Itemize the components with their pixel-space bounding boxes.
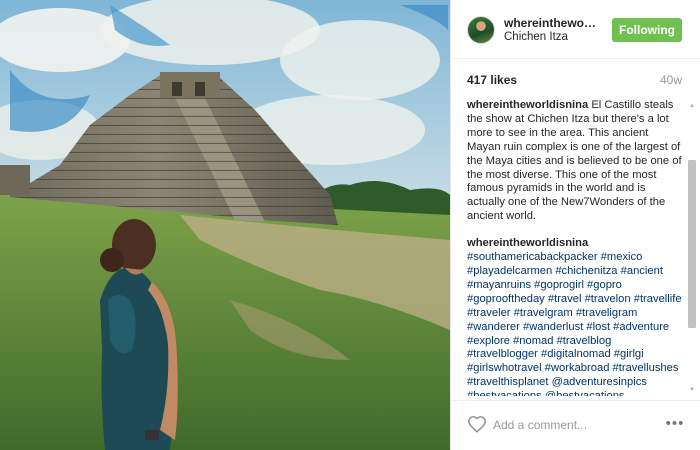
hashtag-link[interactable]: #wanderlust: [523, 321, 583, 333]
avatar[interactable]: [467, 16, 495, 44]
hashtag-link[interactable]: #travelthisplanet: [467, 376, 548, 388]
hashtag-link[interactable]: #girlswhotravel: [467, 362, 542, 374]
comments-list[interactable]: whereintheworldisnina El Castillo steals…: [467, 99, 685, 396]
hashtag-link[interactable]: #gopro: [587, 279, 622, 291]
following-button[interactable]: Following: [612, 18, 682, 42]
comment-username[interactable]: whereintheworldisnina: [467, 99, 588, 111]
caption-comment: whereintheworldisnina El Castillo steals…: [467, 99, 685, 224]
comment-text: El Castillo steals the show at Chichen I…: [467, 99, 682, 223]
hashtag-link[interactable]: @adventuresinpics: [552, 376, 647, 388]
post-username[interactable]: whereintheworldisnina: [504, 16, 600, 30]
post-header: whereintheworldisnina Chichen Itza Follo…: [451, 0, 700, 59]
hashtag-link[interactable]: #chichenitza: [555, 265, 617, 277]
hashtag-link[interactable]: #girlgi: [614, 348, 644, 360]
hashtag-link[interactable]: #digitalnomad: [541, 348, 611, 360]
post-time[interactable]: 40w: [660, 73, 682, 87]
likes-count[interactable]: 417 likes: [467, 73, 517, 87]
scroll-down-icon[interactable]: ▼: [688, 386, 696, 394]
hashtag-link[interactable]: #bestvacations: [467, 390, 542, 396]
hashtag-link[interactable]: #goprogirl: [534, 279, 584, 291]
hashtag-link[interactable]: #workabroad: [545, 362, 610, 374]
hashtag-comment: whereintheworldisnina #southamericabackp…: [467, 237, 685, 396]
hashtag-link[interactable]: #travelblogger: [467, 348, 538, 360]
hashtag-link[interactable]: #travel: [548, 293, 582, 305]
hashtag-link[interactable]: #travellushes: [613, 362, 679, 374]
hashtag-link[interactable]: #nomad: [513, 335, 553, 347]
instagram-post-modal: whereintheworldisnina Chichen Itza Follo…: [0, 0, 700, 450]
hashtag-link[interactable]: #mexico: [601, 251, 643, 263]
hashtag-link[interactable]: #travelon: [585, 293, 631, 305]
comments-scrollbar[interactable]: ▲ ▼: [688, 102, 696, 394]
heart-icon[interactable]: [467, 415, 487, 433]
hashtag-list: #southamericabackpacker #mexico #playade…: [467, 251, 682, 396]
hashtag-link[interactable]: #southamericabackpacker: [467, 251, 598, 263]
more-options-icon[interactable]: •••: [665, 415, 685, 433]
hashtag-link[interactable]: #explore: [467, 335, 510, 347]
hashtag-link[interactable]: #adventure: [613, 321, 669, 333]
hashtag-link[interactable]: #ancient: [621, 265, 663, 277]
hashtag-link[interactable]: #traveligram: [576, 307, 638, 319]
post-photo[interactable]: [0, 0, 450, 450]
add-comment-input[interactable]: [493, 416, 643, 434]
post-location[interactable]: Chichen Itza: [504, 31, 568, 43]
hashtag-link[interactable]: @bestvacations: [545, 390, 625, 396]
hashtag-link[interactable]: #playadelcarmen: [467, 265, 552, 277]
hashtag-link[interactable]: #travelgram: [514, 307, 573, 319]
post-stats: 417 likes 40w: [451, 70, 700, 92]
comment-username[interactable]: whereintheworldisnina: [467, 237, 588, 249]
scroll-up-icon[interactable]: ▲: [688, 102, 696, 110]
post-footer: •••: [451, 400, 700, 450]
hashtag-link[interactable]: #travelblog: [557, 335, 612, 347]
scrollbar-thumb[interactable]: [688, 160, 696, 328]
hashtag-link[interactable]: #traveler: [467, 307, 511, 319]
hashtag-link[interactable]: #mayanruins: [467, 279, 531, 291]
hashtag-link[interactable]: #lost: [586, 321, 610, 333]
post-details-panel: whereintheworldisnina Chichen Itza Follo…: [450, 0, 700, 450]
hashtag-link[interactable]: #goprooftheday: [467, 293, 545, 305]
hashtag-link[interactable]: #travellife: [634, 293, 682, 305]
hashtag-link[interactable]: #wanderer: [467, 321, 520, 333]
photo-illustration: [0, 0, 450, 450]
